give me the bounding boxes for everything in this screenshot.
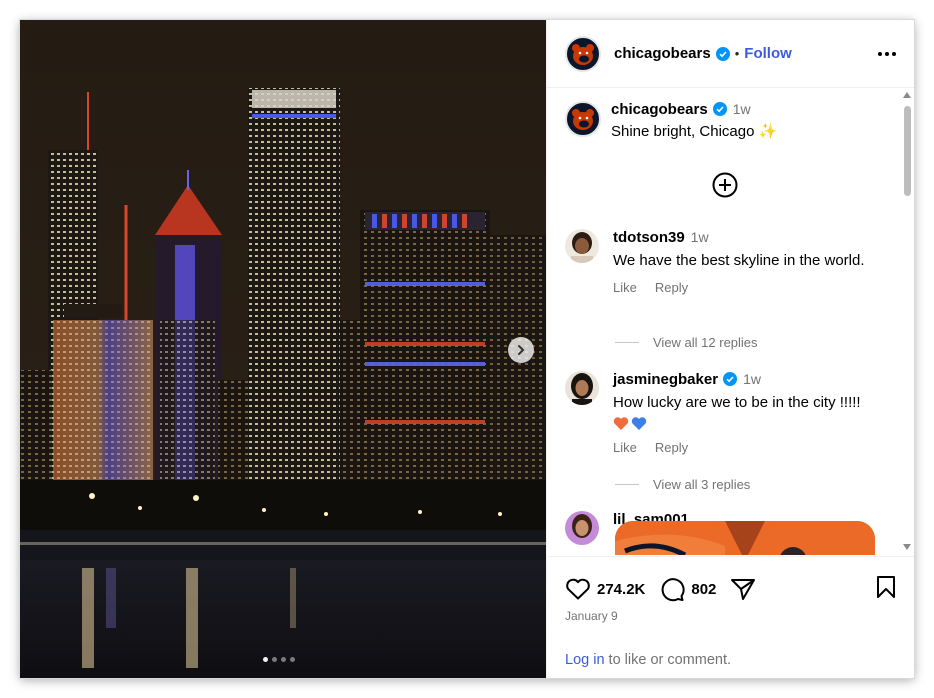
verified-icon <box>723 372 738 386</box>
avatar[interactable] <box>565 229 599 263</box>
bookmark-icon <box>877 575 895 598</box>
view-replies-label: View all 3 replies <box>653 477 751 492</box>
post-window: chicagobears • Follow chicagobears 1w Sh… <box>20 20 914 678</box>
login-prompt-text: to like or comment. <box>604 652 732 668</box>
scroll-up-arrow[interactable] <box>903 92 911 98</box>
reply-button[interactable]: Reply <box>655 280 688 295</box>
comment-age: 1w <box>690 229 709 245</box>
like-comment-button[interactable]: Like <box>613 440 637 455</box>
post-side-panel: chicagobears • Follow chicagobears 1w Sh… <box>546 20 914 678</box>
post-media <box>20 20 546 678</box>
chevron-right-icon <box>518 345 525 355</box>
share-button[interactable] <box>730 577 756 601</box>
reply-button[interactable]: Reply <box>655 440 688 455</box>
slide-dot <box>281 657 286 662</box>
post-header: chicagobears • Follow <box>547 20 914 88</box>
follow-button[interactable]: Follow <box>744 45 792 62</box>
save-button[interactable] <box>875 575 897 604</box>
caption-username[interactable]: chicagobears <box>611 101 708 118</box>
view-replies-label: View all 12 replies <box>653 335 758 350</box>
comment-text: How lucky are we to be in the city !!!!! <box>613 394 861 411</box>
like-comment-button[interactable]: Like <box>613 280 637 295</box>
comments-list[interactable]: chicagobears 1w Shine bright, Chicago✨ <box>547 89 914 555</box>
slide-indicator <box>263 657 295 662</box>
post-username[interactable]: chicagobears <box>614 45 711 62</box>
bears-logo-icon <box>572 43 594 65</box>
login-link[interactable]: Log in <box>565 652 605 668</box>
reply-line <box>615 342 639 343</box>
caption-age: 1w <box>732 101 751 117</box>
slide-dot <box>290 657 295 662</box>
comment-age: 1w <box>743 371 761 387</box>
blue-heart-icon <box>631 417 647 431</box>
comment-icon <box>661 578 685 602</box>
slide-dot <box>263 657 268 662</box>
load-more-comments-button[interactable] <box>711 171 739 199</box>
more-options-button[interactable] <box>876 46 898 62</box>
skyline-photo <box>20 20 546 678</box>
caption-text: Shine bright, Chicago <box>611 123 755 140</box>
comment-item: jasminegbaker 1w How lucky are we to be i… <box>565 371 895 455</box>
comment-text: We have the best skyline in the world. <box>613 252 865 269</box>
avatar[interactable] <box>565 35 601 72</box>
post-caption: chicagobears 1w Shine bright, Chicago ✨ <box>547 89 914 140</box>
more-icon <box>878 51 882 56</box>
comment-image[interactable] <box>615 521 875 555</box>
login-prompt: Log in to like or comment. <box>565 652 731 668</box>
orange-heart-icon <box>613 417 629 431</box>
comment-count: 802 <box>691 580 717 598</box>
user-avatar-image <box>565 371 599 405</box>
comment-button[interactable]: 802 <box>659 576 730 602</box>
reply-line <box>615 484 639 485</box>
add-circle-icon <box>712 172 738 198</box>
like-count: 274.2K <box>597 580 646 598</box>
more-icon <box>892 51 896 56</box>
like-button[interactable]: 274.2K <box>565 577 659 601</box>
verified-icon <box>712 102 727 116</box>
comment-username[interactable]: jasminegbaker <box>613 371 718 388</box>
view-replies-button[interactable]: View all 3 replies <box>615 477 750 492</box>
next-slide-button[interactable] <box>508 337 534 363</box>
user-avatar-image <box>565 229 599 263</box>
bears-logo-icon <box>572 109 594 130</box>
avatar[interactable] <box>565 371 599 405</box>
share-icon <box>731 579 756 600</box>
header-separator: • <box>734 46 740 61</box>
heart-emojis <box>613 415 861 433</box>
comment-username[interactable]: tdotson39 <box>613 229 685 246</box>
slide-dot <box>272 657 277 662</box>
avatar[interactable] <box>565 511 599 545</box>
verified-icon <box>715 46 730 61</box>
heart-icon <box>566 578 590 600</box>
comment-item: tdotson39 1w We have the best skyline in … <box>565 229 895 295</box>
view-replies-button[interactable]: View all 12 replies <box>615 335 758 350</box>
post-date: January 9 <box>565 609 618 623</box>
comments-scrollbar[interactable] <box>903 92 912 550</box>
more-icon <box>885 51 889 56</box>
jersey-photo <box>615 521 875 555</box>
user-avatar-image <box>565 511 599 545</box>
avatar[interactable] <box>565 101 601 137</box>
scroll-down-arrow[interactable] <box>903 544 911 550</box>
sparkle-emoji: ✨ <box>758 123 778 140</box>
post-action-bar: 274.2K 802 January 9 Log in to like or c… <box>547 556 914 678</box>
scroll-thumb[interactable] <box>904 106 911 196</box>
